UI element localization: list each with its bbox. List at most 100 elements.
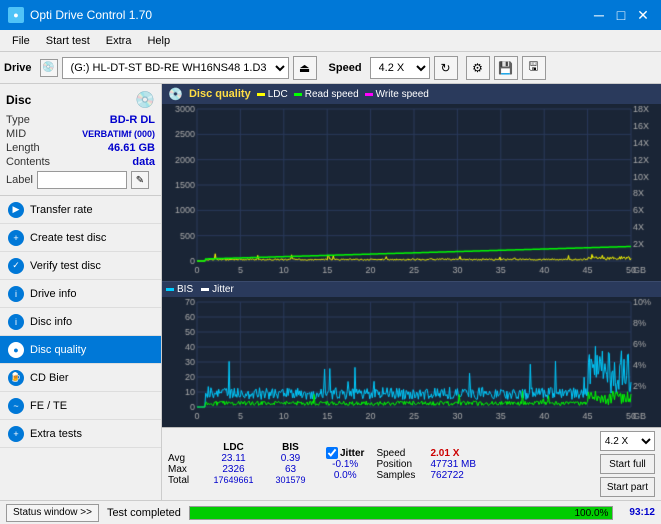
action-speed-dropdown[interactable]: 4.2 X xyxy=(600,431,655,451)
titlebar-left: ● Opti Drive Control 1.70 xyxy=(8,7,152,23)
disc-label-button[interactable]: ✎ xyxy=(131,171,149,189)
ldc-bis-stats: LDC BIS Avg 23.11 0.39 Max 2326 63 Total… xyxy=(168,442,318,486)
top-chart xyxy=(162,104,661,282)
type-value: BD-R DL xyxy=(110,114,155,126)
max-label: Max xyxy=(168,464,204,475)
max-bis: 63 xyxy=(263,464,318,475)
total-ldc: 17649661 xyxy=(206,475,261,486)
status-window-button[interactable]: Status window >> xyxy=(6,504,99,522)
disc-label-input[interactable] xyxy=(37,171,127,189)
nav-label-verify-test-disc: Verify test disc xyxy=(30,260,101,272)
jitter-header: Jitter xyxy=(340,448,364,459)
position-stat-value: 47731 MB xyxy=(430,459,490,470)
avg-label: Avg xyxy=(168,453,204,464)
read-speed-color xyxy=(294,93,302,96)
drive-label: Drive xyxy=(4,62,32,74)
start-part-button[interactable]: Start part xyxy=(600,477,655,497)
avg-bis: 0.39 xyxy=(263,453,318,464)
menu-extra[interactable]: Extra xyxy=(98,33,140,49)
legend-read-speed: Read speed xyxy=(294,89,359,100)
charts-area: BIS Jitter xyxy=(162,104,661,427)
legend-jitter: Jitter xyxy=(201,284,234,295)
samples-stat-label: Samples xyxy=(376,470,428,481)
ldc-header: LDC xyxy=(206,442,261,453)
disc-contents-row: Contents data xyxy=(6,156,155,168)
verify-test-disc-icon: ✓ xyxy=(8,258,24,274)
menu-start-test[interactable]: Start test xyxy=(38,33,98,49)
maximize-button[interactable]: □ xyxy=(611,5,631,25)
nav-create-test-disc[interactable]: + Create test disc xyxy=(0,224,161,252)
eject-button[interactable]: ⏏ xyxy=(293,56,317,80)
label-label: Label xyxy=(6,174,33,186)
disc-title: Disc xyxy=(6,93,31,107)
progress-bar-fill xyxy=(190,507,613,519)
mid-label: MID xyxy=(6,128,26,140)
main-content: Disc 💿 Type BD-R DL MID VERBATIMf (000) … xyxy=(0,84,661,500)
speed-select[interactable]: 4.2 X xyxy=(370,57,430,79)
menu-help[interactable]: Help xyxy=(139,33,178,49)
progress-bar-container: 100.0% xyxy=(189,506,614,520)
app-title: Opti Drive Control 1.70 xyxy=(30,8,152,22)
drive-select[interactable]: (G:) HL-DT-ST BD-RE WH16NS48 1.D3 xyxy=(62,57,289,79)
titlebar: ● Opti Drive Control 1.70 ─ □ ✕ xyxy=(0,0,661,30)
refresh-button[interactable]: ↻ xyxy=(434,56,458,80)
nav-extra-tests[interactable]: + Extra tests xyxy=(0,420,161,448)
jitter-checkbox[interactable] xyxy=(326,447,338,459)
total-label: Total xyxy=(168,475,204,486)
save-button[interactable]: 🖫 xyxy=(522,56,546,80)
nav-disc-quality[interactable]: ● Disc quality xyxy=(0,336,161,364)
close-button[interactable]: ✕ xyxy=(633,5,653,25)
length-label: Length xyxy=(6,142,40,154)
avg-ldc: 23.11 xyxy=(206,453,261,464)
config-button[interactable]: ⚙ xyxy=(466,56,490,80)
right-panel: 💿 Disc quality LDC Read speed Write spee… xyxy=(162,84,661,500)
nav-drive-info[interactable]: i Drive info xyxy=(0,280,161,308)
legend-bis: BIS xyxy=(166,284,193,295)
type-label: Type xyxy=(6,114,30,126)
start-full-button[interactable]: Start full xyxy=(600,454,655,474)
disc-section: Disc 💿 Type BD-R DL MID VERBATIMf (000) … xyxy=(0,84,161,196)
max-jitter: 0.0% xyxy=(326,470,364,481)
legend-read-speed-label: Read speed xyxy=(305,89,359,100)
minimize-button[interactable]: ─ xyxy=(589,5,609,25)
drive-icon: 💿 xyxy=(40,59,58,77)
nav-label-disc-info: Disc info xyxy=(30,316,72,328)
total-bis: 301579 xyxy=(263,475,318,486)
menu-file[interactable]: File xyxy=(4,33,38,49)
left-panel: Disc 💿 Type BD-R DL MID VERBATIMf (000) … xyxy=(0,84,162,500)
legend-write-speed-label: Write speed xyxy=(376,89,429,100)
disc-info-icon: i xyxy=(8,314,24,330)
nav-label-cd-bier: CD Bier xyxy=(30,372,69,384)
nav-label-fe-te: FE / TE xyxy=(30,400,67,412)
stats-empty xyxy=(168,442,204,453)
nav-transfer-rate[interactable]: ▶ Transfer rate xyxy=(0,196,161,224)
speed-pos-stats: Speed 2.01 X Position 47731 MB Samples 7… xyxy=(376,448,490,481)
app-icon: ● xyxy=(8,7,24,23)
chart-header: 💿 Disc quality LDC Read speed Write spee… xyxy=(162,84,661,104)
position-stat-label: Position xyxy=(376,459,428,470)
bottom-chart xyxy=(162,297,661,427)
bis-color xyxy=(166,288,174,291)
disc-button[interactable]: 💾 xyxy=(494,56,518,80)
speed-label: Speed xyxy=(329,62,362,74)
fe-te-icon: ~ xyxy=(8,398,24,414)
nav-fe-te[interactable]: ~ FE / TE xyxy=(0,392,161,420)
disc-quality-icon: ● xyxy=(8,342,24,358)
create-test-disc-icon: + xyxy=(8,230,24,246)
avg-jitter: -0.1% xyxy=(326,459,364,470)
status-text: Test completed xyxy=(107,507,181,519)
mid-value: VERBATIMf (000) xyxy=(82,129,155,139)
stats-bar: LDC BIS Avg 23.11 0.39 Max 2326 63 Total… xyxy=(162,427,661,500)
nav-list: ▶ Transfer rate + Create test disc ✓ Ver… xyxy=(0,196,161,448)
nav-cd-bier[interactable]: 🍺 CD Bier xyxy=(0,364,161,392)
ldc-chart-canvas xyxy=(162,104,661,281)
chart-disc-icon: 💿 xyxy=(168,87,183,101)
titlebar-controls[interactable]: ─ □ ✕ xyxy=(589,5,653,25)
length-value: 46.61 GB xyxy=(108,142,155,154)
nav-verify-test-disc[interactable]: ✓ Verify test disc xyxy=(0,252,161,280)
disc-mid-row: MID VERBATIMf (000) xyxy=(6,128,155,140)
status-time: 93:12 xyxy=(629,507,655,518)
menubar: File Start test Extra Help xyxy=(0,30,661,52)
contents-value: data xyxy=(132,156,155,168)
nav-disc-info[interactable]: i Disc info xyxy=(0,308,161,336)
